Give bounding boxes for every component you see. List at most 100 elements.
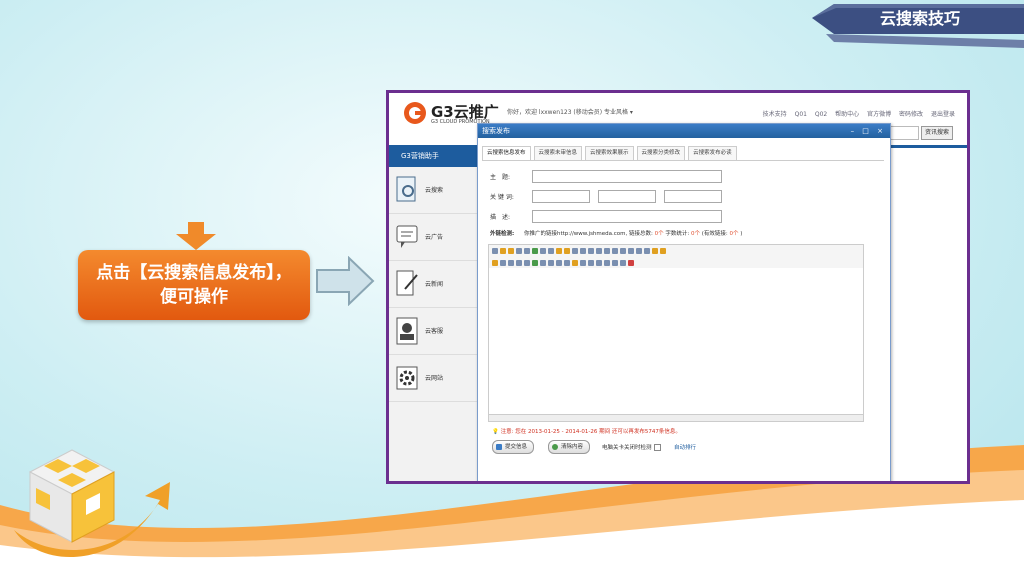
- keyword-field-2[interactable]: [598, 190, 656, 203]
- sidebar-title: G3营销助手: [389, 145, 477, 167]
- print-icon[interactable]: [524, 248, 530, 254]
- font-size-icon[interactable]: [556, 260, 562, 266]
- indent-icon[interactable]: [620, 248, 626, 254]
- editor-toolbar: [488, 244, 864, 270]
- font-color-icon[interactable]: [564, 260, 570, 266]
- submit-button[interactable]: 提交信息: [492, 440, 535, 454]
- font-family-icon[interactable]: [548, 260, 554, 266]
- select-all-icon[interactable]: [660, 248, 666, 254]
- sidebar-item-label: 云新闻: [425, 281, 444, 288]
- lightbulb-icon: 💡: [492, 429, 499, 435]
- submit-label: 提交信息: [505, 444, 528, 450]
- italic-icon[interactable]: [588, 260, 594, 266]
- tab-unreviewed[interactable]: 云搜索未审信息: [533, 146, 583, 161]
- unlink-icon[interactable]: [508, 260, 514, 266]
- valid-count: 0个: [729, 231, 739, 237]
- top-nav-link[interactable]: 退出登录: [931, 111, 955, 118]
- bold-icon[interactable]: [580, 260, 586, 266]
- justify-icon[interactable]: [596, 248, 602, 254]
- clear-format-icon[interactable]: [652, 248, 658, 254]
- strikethrough-icon[interactable]: [604, 260, 610, 266]
- anchor-icon[interactable]: [628, 260, 634, 266]
- sidebar-item-label: 云客服: [425, 328, 444, 335]
- rubiks-cube-logo: [14, 449, 170, 558]
- table-icon[interactable]: [516, 260, 522, 266]
- copy-icon[interactable]: [548, 248, 554, 254]
- content-editor[interactable]: [488, 268, 864, 415]
- subscript-icon[interactable]: [636, 248, 642, 254]
- clear-label: 清除内容: [561, 444, 584, 450]
- toolbar-row: [489, 245, 863, 257]
- top-nav-link[interactable]: Q02: [815, 111, 827, 118]
- source-icon[interactable]: [492, 248, 498, 254]
- hr-icon[interactable]: [612, 260, 618, 266]
- undo-icon[interactable]: [500, 248, 506, 254]
- editor-resize-bar[interactable]: [488, 414, 864, 422]
- search-button[interactable]: 资讯搜索: [921, 126, 953, 140]
- template-icon[interactable]: [532, 248, 538, 254]
- checkbox[interactable]: [653, 444, 661, 451]
- top-nav-link[interactable]: 密码修改: [899, 111, 923, 118]
- superscript-icon[interactable]: [644, 248, 650, 254]
- ribbon-title: 云搜索技巧: [879, 9, 960, 28]
- link-icon[interactable]: [500, 260, 506, 266]
- cut-icon[interactable]: [540, 248, 546, 254]
- sidebar-item-label: 云广告: [425, 234, 444, 241]
- description-field[interactable]: [532, 210, 722, 223]
- sidebar: G3营销助手 云搜索 云广告 云新闻 云客服 云网站: [389, 145, 478, 481]
- notice-message: 注意: 您在 2013-01-25 - 2014-01-26 期间 还可以再发布…: [500, 429, 681, 435]
- top-nav-link[interactable]: 官方微博: [867, 111, 891, 118]
- sidebar-item-cloud-ad[interactable]: 云广告: [389, 214, 477, 261]
- keyword-field-3[interactable]: [664, 190, 722, 203]
- valid-close: ): [740, 231, 743, 237]
- preview-icon[interactable]: [516, 248, 522, 254]
- search-input[interactable]: [887, 126, 919, 140]
- tab-must-read[interactable]: 云搜索发布必读: [688, 146, 737, 161]
- keyword-field-1[interactable]: [532, 190, 590, 203]
- window-controls[interactable]: – □ ×: [851, 124, 886, 138]
- align-center-icon[interactable]: [580, 248, 586, 254]
- sidebar-item-label: 云搜索: [425, 187, 444, 194]
- paste-icon[interactable]: [556, 248, 562, 254]
- edit-doc-icon: [396, 270, 418, 296]
- underline-icon[interactable]: [596, 260, 602, 266]
- sidebar-item-cloud-search[interactable]: 云搜索: [389, 167, 477, 214]
- notice-text: 💡 注意: 您在 2013-01-25 - 2014-01-26 期间 还可以再…: [492, 427, 681, 435]
- heading-icon[interactable]: [540, 260, 546, 266]
- sidebar-item-cloud-service[interactable]: 云客服: [389, 308, 477, 355]
- welcome-text: 你好，欢迎 lxxwen123 (移动会员) 专业风格 ▾: [507, 109, 633, 116]
- fullscreen-icon[interactable]: [492, 260, 498, 266]
- tab-publish[interactable]: 云搜索信息发布: [482, 146, 531, 161]
- gear-icon: [396, 366, 418, 390]
- user-icon: [396, 317, 418, 345]
- top-nav: 技术支持 Q01 Q02 帮助中心 官方微博 密码修改 退出登录: [757, 109, 955, 118]
- highlight-icon[interactable]: [572, 260, 578, 266]
- auto-rank-link[interactable]: 自动排行: [674, 443, 696, 451]
- sidebar-item-cloud-site[interactable]: 云网站: [389, 355, 477, 402]
- desc-label: 描 述:: [490, 214, 511, 221]
- down-arrow-icon: [176, 222, 216, 250]
- paste-text-icon[interactable]: [564, 248, 570, 254]
- top-nav-link[interactable]: Q01: [795, 111, 807, 118]
- tab-category[interactable]: 云搜索分类修改: [636, 146, 686, 161]
- keywords-label: 关 键 词:: [490, 194, 514, 201]
- subject-field[interactable]: [532, 170, 722, 183]
- flash-icon[interactable]: [532, 260, 538, 266]
- ordered-list-icon[interactable]: [604, 248, 610, 254]
- align-left-icon[interactable]: [572, 248, 578, 254]
- outdent-icon[interactable]: [628, 248, 634, 254]
- emoticon-icon[interactable]: [620, 260, 626, 266]
- auto-check-option[interactable]: 电脑关卡关闭时检测: [602, 443, 661, 451]
- align-right-icon[interactable]: [588, 248, 594, 254]
- clear-button[interactable]: 清除内容: [548, 440, 591, 454]
- sidebar-item-cloud-news[interactable]: 云新闻: [389, 261, 477, 308]
- save-icon: [496, 444, 502, 450]
- top-nav-link[interactable]: 技术支持: [763, 111, 787, 118]
- callout-box: 点击【云搜索信息发布】，便可操作: [78, 250, 310, 320]
- unordered-list-icon[interactable]: [612, 248, 618, 254]
- valid-links-label: (有效链接:: [701, 231, 728, 237]
- image-icon[interactable]: [524, 260, 530, 266]
- tab-effect[interactable]: 云搜索效果展示: [585, 146, 634, 161]
- top-nav-link[interactable]: 帮助中心: [835, 111, 859, 118]
- redo-icon[interactable]: [508, 248, 514, 254]
